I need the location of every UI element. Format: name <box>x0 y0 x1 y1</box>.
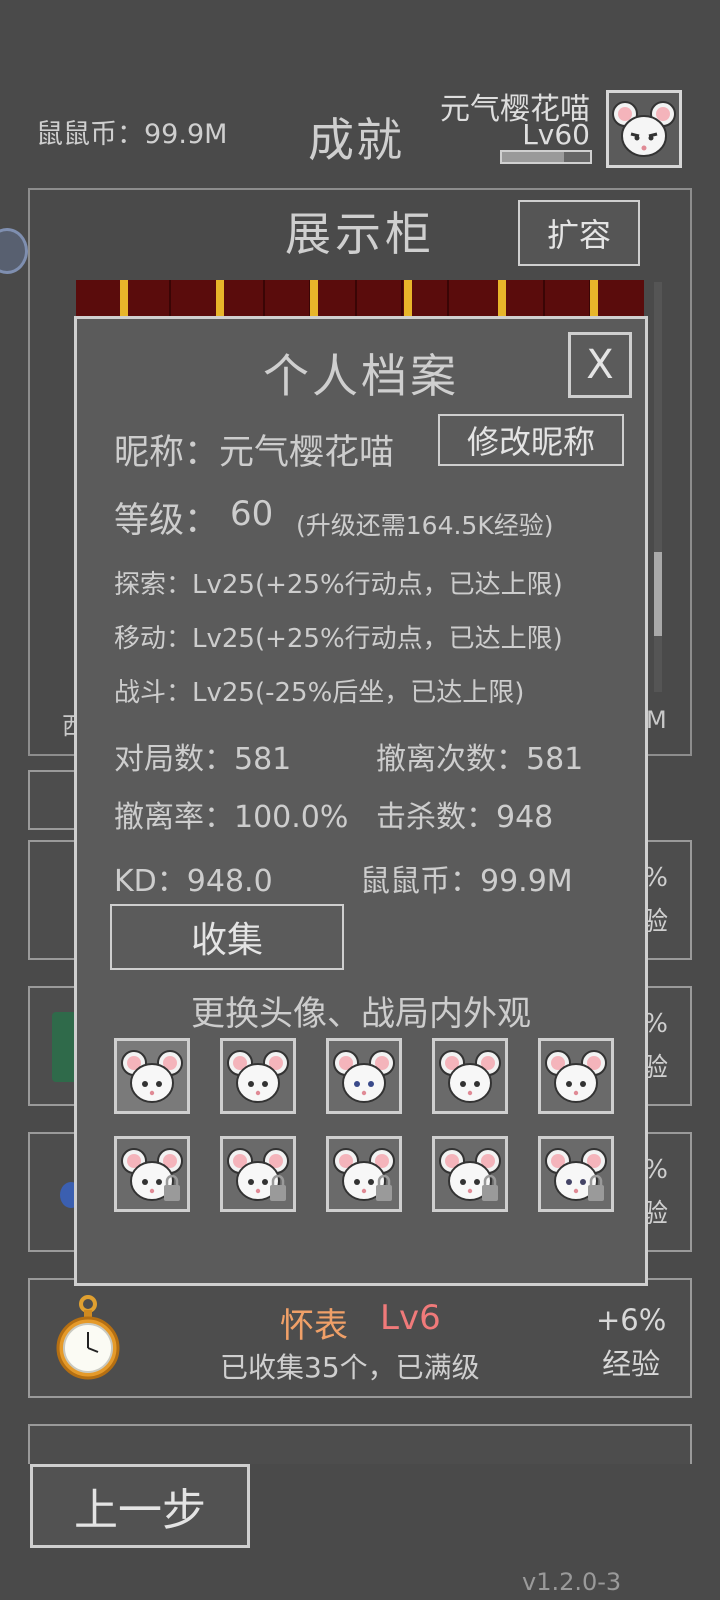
skin-option[interactable] <box>326 1136 402 1212</box>
skill-move: 移动：Lv25(+25%行动点，已达上限) <box>114 624 563 654</box>
xp-progress-fill <box>502 152 564 162</box>
skins-title: 更换头像、战局内外观 <box>191 994 531 1034</box>
skill-combat: 战斗：Lv25(-25%后坐，已达上限) <box>114 678 525 708</box>
nickname: 昵称：元气樱花喵 <box>114 433 395 473</box>
showcase-edge-text: M <box>646 706 667 734</box>
modal-title: 个人档案 <box>263 349 459 403</box>
level-label: 等级： <box>114 501 220 541</box>
list-card[interactable] <box>28 1424 692 1464</box>
showcase-shelf <box>76 280 644 320</box>
stat-matches: 对局数：581 <box>114 742 292 777</box>
item-description: 已收集35个，已满级 <box>220 1351 480 1384</box>
mouse-avatar-icon <box>545 1050 607 1103</box>
skin-option[interactable] <box>220 1136 296 1212</box>
mouse-avatar-icon <box>439 1148 501 1201</box>
level-note: (升级还需164.5K经验) <box>296 511 554 540</box>
showcase-scroll-thumb[interactable] <box>654 552 662 636</box>
level-value: 60 <box>230 494 274 534</box>
rename-button[interactable]: 修改昵称 <box>438 414 624 466</box>
collect-button[interactable]: 收集 <box>110 904 344 970</box>
coin-balance: 鼠鼠币：99.9M <box>36 119 228 150</box>
stat-extract-rate: 撤离率：100.0% <box>114 800 349 835</box>
stat-coins: 鼠鼠币：99.9M <box>360 864 573 899</box>
item-level: Lv6 <box>380 1298 441 1338</box>
item-name: 怀表 <box>280 1306 348 1346</box>
skin-option[interactable] <box>326 1038 402 1114</box>
page-title: 成就 <box>308 113 404 167</box>
mouse-avatar-icon <box>121 1050 183 1103</box>
skin-option[interactable] <box>538 1136 614 1212</box>
mouse-avatar-icon <box>227 1050 289 1103</box>
skin-option[interactable] <box>538 1038 614 1114</box>
mouse-avatar-icon <box>227 1148 289 1201</box>
back-button[interactable]: 上一步 <box>30 1464 250 1548</box>
xp-progress-bar <box>500 150 592 164</box>
player-avatar[interactable] <box>606 90 682 168</box>
mouse-avatar-icon <box>612 101 676 157</box>
mouse-avatar-icon <box>121 1148 183 1201</box>
stat-extractions: 撤离次数：581 <box>376 742 584 777</box>
mouse-avatar-icon <box>333 1050 395 1103</box>
stat-kd: KD：948.0 <box>114 864 273 899</box>
expand-button[interactable]: 扩容 <box>518 200 640 266</box>
skin-option[interactable] <box>114 1038 190 1114</box>
item-bonus: +6% 经验 <box>596 1303 667 1381</box>
skin-option[interactable] <box>114 1136 190 1212</box>
pocket-watch-icon <box>54 1294 122 1388</box>
close-button[interactable]: X <box>568 332 632 398</box>
skin-option[interactable] <box>220 1038 296 1114</box>
mouse-avatar-icon <box>439 1050 501 1103</box>
skill-explore: 探索：Lv25(+25%行动点，已达上限) <box>114 570 563 600</box>
shelf-pattern <box>76 280 644 320</box>
stat-kills: 击杀数：948 <box>376 800 554 835</box>
mouse-avatar-icon <box>333 1148 395 1201</box>
player-level: Lv60 <box>522 118 590 151</box>
skin-option[interactable] <box>432 1038 508 1114</box>
skin-option[interactable] <box>432 1136 508 1212</box>
mouse-avatar-icon <box>545 1148 607 1201</box>
version-label: v1.2.0-3 <box>522 1568 622 1596</box>
